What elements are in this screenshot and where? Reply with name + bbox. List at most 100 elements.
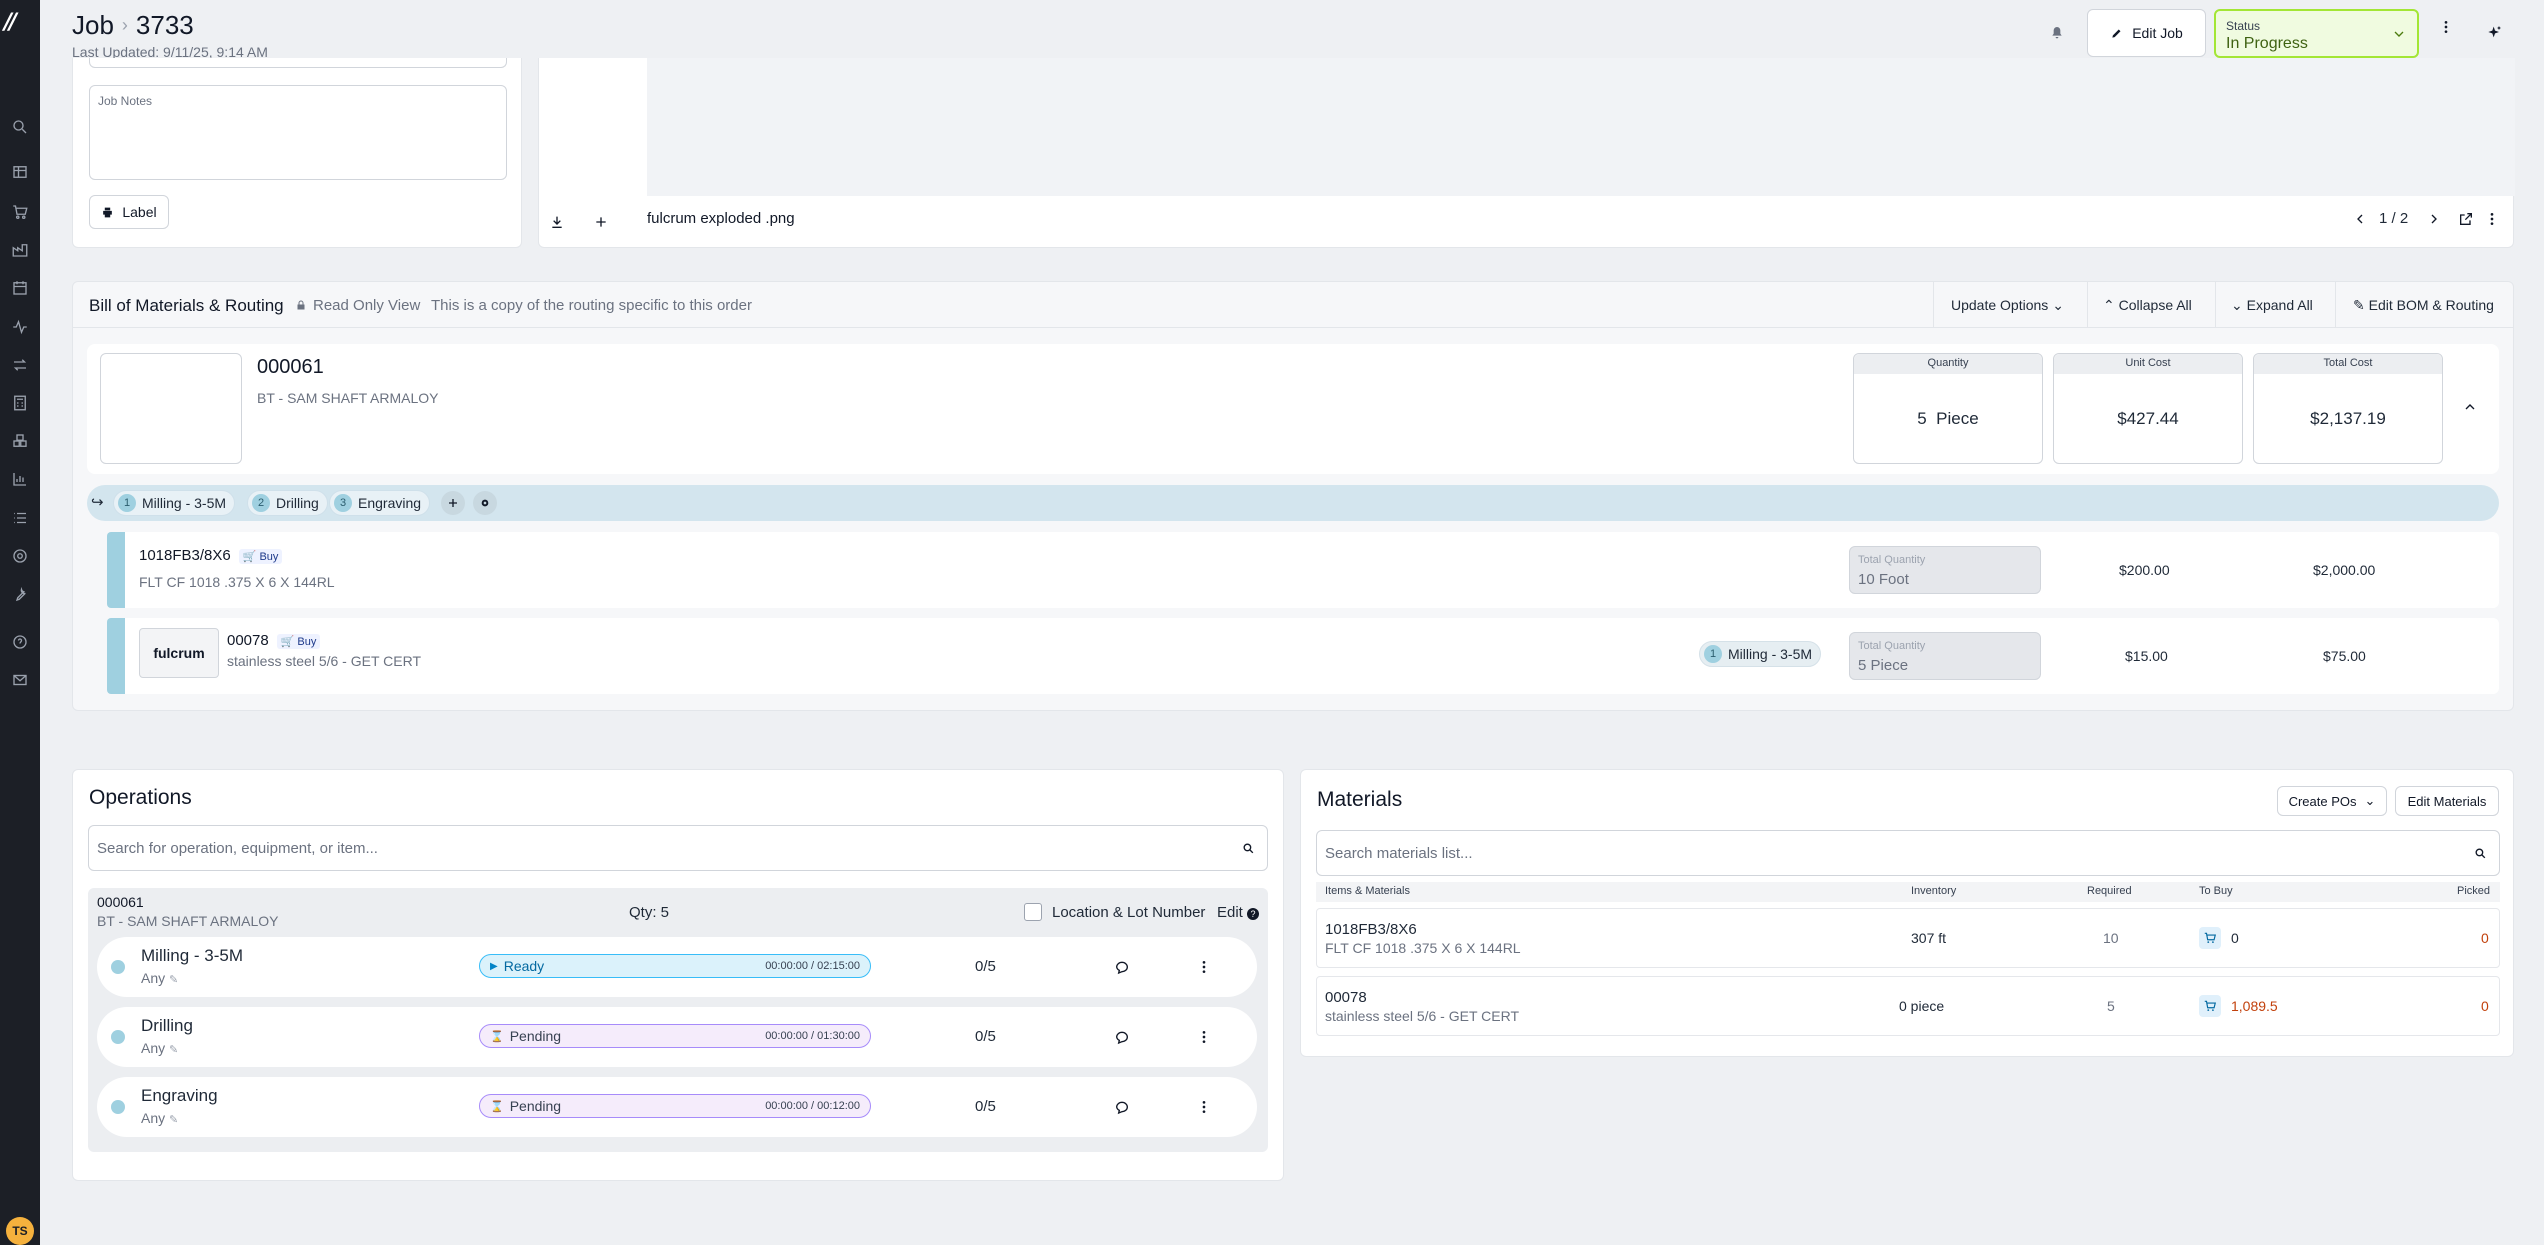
step-name: Engraving	[358, 495, 422, 511]
to-buy: 1,089.5	[2231, 998, 2278, 1014]
breadcrumb-root[interactable]: Job	[72, 10, 114, 40]
operation-assignee[interactable]: Any ✎	[141, 1110, 178, 1126]
transfer-icon[interactable]	[10, 355, 30, 375]
status-text: Ready	[503, 958, 545, 974]
table-icon[interactable]	[10, 162, 30, 182]
table-row[interactable]	[1316, 908, 2500, 968]
edit-job-button[interactable]: Edit Job	[2087, 9, 2206, 57]
factory-icon[interactable]	[10, 240, 30, 260]
update-options-label: Update Options	[1951, 297, 2049, 313]
drag-handle[interactable]	[107, 532, 125, 608]
add-icon[interactable]	[591, 212, 611, 232]
total-quantity-value: 10 Foot	[1858, 571, 1909, 588]
search-placeholder: Search materials list...	[1325, 845, 1473, 862]
wrench-icon[interactable]	[10, 584, 30, 604]
more-vertical-icon[interactable]	[1193, 1026, 1215, 1048]
buy-badge: 🛒 Buy	[276, 634, 321, 649]
prev-page-icon[interactable]	[2351, 210, 2369, 228]
comment-icon[interactable]	[1111, 956, 1133, 978]
edit-materials-button[interactable]: Edit Materials	[2395, 786, 2499, 816]
comment-icon[interactable]	[1111, 1026, 1133, 1048]
comment-icon[interactable]	[1111, 1096, 1133, 1118]
status-select[interactable]: Status In Progress	[2214, 9, 2419, 58]
download-icon[interactable]	[547, 212, 567, 232]
help-icon[interactable]	[10, 632, 30, 652]
expand-all-button[interactable]: ⌄ Expand All	[2231, 297, 2313, 314]
edit-group-button[interactable]: Edit ?	[1217, 904, 1260, 921]
group-part-number: 000061	[97, 894, 144, 910]
activity-icon[interactable]	[10, 317, 30, 337]
operations-search-input[interactable]: Search for operation, equipment, or item…	[88, 825, 1268, 871]
hourglass-icon: ⌛	[490, 1100, 504, 1113]
picked: 0	[2481, 998, 2489, 1014]
routing-step[interactable]: 2 Drilling	[247, 490, 328, 516]
external-link-icon[interactable]	[2457, 210, 2475, 228]
divider	[2215, 282, 2216, 328]
chevron-up-icon[interactable]	[2461, 398, 2479, 416]
bell-icon[interactable]	[2046, 22, 2068, 44]
boxes-icon[interactable]	[10, 431, 30, 451]
operation-row[interactable]: Drilling Any ✎ ⌛ Pending 00:00:00 / 01:30…	[97, 1007, 1257, 1067]
collapse-all-button[interactable]: ⌃ Collapse All	[2103, 297, 2192, 314]
column-header: Items & Materials	[1325, 885, 1410, 897]
inventory: 307 ft	[1911, 930, 1947, 946]
required: 5	[2107, 998, 2115, 1014]
gear-icon[interactable]	[473, 491, 497, 515]
image-preview[interactable]	[647, 58, 2515, 196]
material-operation-chip[interactable]: 1 Milling - 3-5M	[1699, 641, 1822, 667]
edit-bom-button[interactable]: ✎ Edit BOM & Routing	[2353, 297, 2494, 314]
step-number: 1	[1704, 645, 1722, 663]
calendar-icon[interactable]	[10, 278, 30, 298]
search-placeholder: Search for operation, equipment, or item…	[97, 840, 378, 857]
time-text: 00:00:00 / 01:30:00	[765, 1030, 860, 1042]
hourglass-icon: ⌛	[490, 1030, 504, 1043]
buy-label: Buy	[297, 635, 317, 648]
add-step-icon[interactable]	[441, 491, 465, 515]
chart-icon[interactable]	[10, 469, 30, 489]
routing-step[interactable]: 1 Milling - 3-5M	[113, 490, 236, 516]
divider	[2335, 282, 2336, 328]
more-vertical-icon[interactable]	[1193, 956, 1215, 978]
cart-icon[interactable]	[10, 202, 30, 222]
operation-name: Milling - 3-5M	[141, 946, 244, 965]
materials-title: Materials	[1317, 788, 1403, 811]
app-logo[interactable]: //	[4, 10, 17, 35]
cart-icon[interactable]	[2199, 995, 2221, 1017]
settings-icon[interactable]	[10, 546, 30, 566]
location-lot-checkbox[interactable]	[1024, 903, 1042, 921]
job-notes-field[interactable]: Job Notes	[89, 85, 507, 180]
label-button[interactable]: Label	[89, 195, 169, 229]
sidebar: // TS	[0, 0, 40, 1245]
create-pos-button[interactable]: Create POs ⌄	[2277, 786, 2387, 816]
cart-icon: 🛒	[280, 636, 295, 648]
mail-icon[interactable]	[10, 670, 30, 690]
part-thumbnail	[100, 353, 242, 464]
job-details-card: Job Notes Label	[72, 58, 522, 248]
pencil-icon: ✎	[169, 974, 179, 986]
more-vertical-icon[interactable]	[2483, 210, 2501, 228]
list-icon[interactable]	[10, 508, 30, 528]
bom-note: This is a copy of the routing specific t…	[431, 297, 752, 314]
drag-handle[interactable]	[107, 618, 125, 694]
inventory: 0 piece	[1899, 998, 1945, 1014]
required: 10	[2103, 930, 2119, 946]
step-number: 3	[334, 494, 352, 512]
operation-row[interactable]: Engraving Any ✎ ⌛ Pending 00:00:00 / 00:1…	[97, 1077, 1257, 1137]
operation-row[interactable]: Milling - 3-5M Any ✎ ▶ Ready 00:00:00 / 0…	[97, 937, 1257, 997]
sparkle-icon[interactable]	[2483, 20, 2507, 44]
calculator-icon[interactable]	[10, 393, 30, 413]
next-page-icon[interactable]	[2425, 210, 2443, 228]
search-icon[interactable]	[10, 117, 30, 137]
cart-icon[interactable]	[2199, 927, 2221, 949]
routing-step[interactable]: 3 Engraving	[329, 490, 431, 516]
total-cost: $75.00	[2323, 648, 2366, 664]
divider	[1933, 282, 1934, 328]
user-avatar[interactable]: TS	[6, 1217, 34, 1245]
operation-assignee[interactable]: Any ✎	[141, 970, 178, 986]
operation-assignee[interactable]: Any ✎	[141, 1040, 178, 1056]
quantity-value: 5 Piece	[1917, 409, 1979, 428]
more-vertical-icon[interactable]	[2435, 16, 2457, 38]
more-vertical-icon[interactable]	[1193, 1096, 1215, 1118]
update-options-button[interactable]: Update Options ⌄	[1951, 297, 2064, 314]
materials-search-input[interactable]: Search materials list...	[1316, 830, 2500, 876]
